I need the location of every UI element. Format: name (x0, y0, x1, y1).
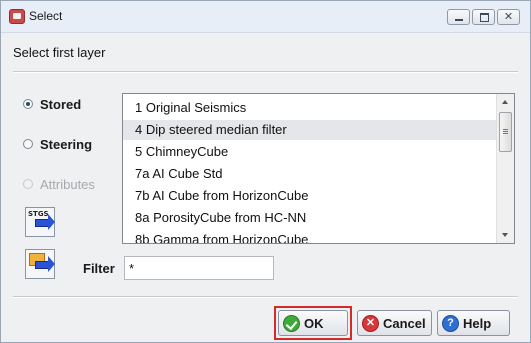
radio-stored[interactable]: Stored (23, 94, 81, 114)
list-item[interactable]: 5 ChimneyCube (123, 142, 497, 162)
grip-icon (503, 129, 508, 130)
radio-steering-label: Steering (40, 136, 93, 152)
vertical-scrollbar[interactable] (496, 94, 514, 243)
radio-attributes: Attributes (23, 174, 95, 194)
scroll-thumb[interactable] (499, 112, 512, 152)
divider (13, 296, 518, 298)
close-button[interactable]: ✕ (497, 9, 520, 25)
help-button[interactable]: ? Help (437, 310, 510, 336)
radio-steering[interactable]: Steering (23, 134, 92, 154)
ok-highlight-box (274, 306, 352, 340)
app-icon (9, 9, 25, 24)
arrow-right-icon (35, 214, 55, 230)
list-item[interactable]: 8b Gamma from HorizonCube (123, 230, 497, 243)
layer-list[interactable]: 1 Original Seismics 4 Dip steered median… (122, 93, 515, 244)
select-dialog: Select ✕ Select first layer Stored Steer… (0, 0, 531, 343)
maximize-button[interactable] (472, 9, 495, 25)
help-icon: ? (442, 314, 459, 332)
close-icon: ✕ (503, 11, 514, 23)
list-item-selected[interactable]: 4 Dip steered median filter (123, 120, 497, 140)
cancel-icon: ✕ (362, 314, 379, 332)
prompt-label: Select first layer (13, 45, 106, 60)
folder-select-button[interactable] (25, 249, 55, 279)
help-label: Help (463, 315, 492, 331)
scroll-up-icon[interactable] (502, 100, 508, 104)
scroll-down-icon[interactable] (502, 233, 508, 237)
window-title: Select (29, 9, 63, 23)
radio-attributes-indicator (23, 179, 33, 189)
minimize-button[interactable] (447, 9, 470, 25)
radio-stored-indicator[interactable] (23, 99, 33, 109)
cancel-button[interactable]: ✕ Cancel (357, 310, 432, 336)
list-item[interactable]: 1 Original Seismics (123, 98, 497, 118)
radio-stored-label: Stored (40, 96, 82, 112)
list-item[interactable]: 8a PorosityCube from HC-NN (123, 208, 497, 228)
radio-attributes-label: Attributes (40, 176, 95, 192)
steering-select-button[interactable]: STGS (25, 207, 55, 237)
filter-input[interactable] (124, 256, 274, 280)
stgs-icon: STGS (28, 210, 49, 218)
list-item[interactable]: 7a AI Cube Std (123, 164, 497, 184)
arrow-right-icon (35, 256, 55, 272)
title-bar: Select ✕ (1, 1, 530, 33)
radio-steering-indicator[interactable] (23, 139, 33, 149)
filter-label: Filter (83, 261, 115, 276)
divider (13, 71, 518, 73)
cancel-label: Cancel (383, 315, 426, 331)
list-item[interactable]: 7b AI Cube from HorizonCube (123, 186, 497, 206)
